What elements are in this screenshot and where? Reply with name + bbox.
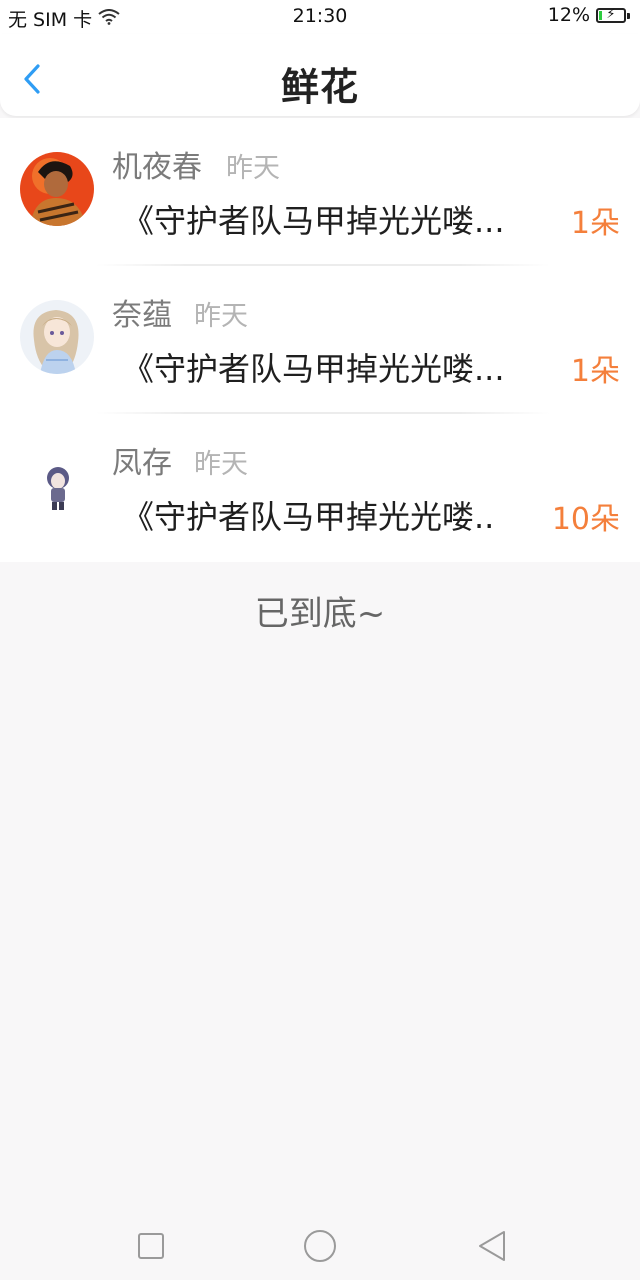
flower-count: 1朵 (570, 206, 620, 241)
user-name: 奈蕴 (112, 298, 172, 333)
header: 鲜花 (0, 34, 640, 116)
battery-percent: 12% (547, 4, 590, 26)
user-name: 机夜春 (112, 150, 202, 185)
status-right: 12% ⚡ (548, 4, 630, 26)
back-icon (479, 1231, 505, 1261)
time-label: 昨天 (194, 449, 248, 480)
back-nav-button[interactable] (472, 1226, 512, 1266)
work-title: 《守护者队马甲掉光光喽... (122, 350, 505, 388)
avatar (20, 300, 94, 374)
avatar (20, 152, 94, 226)
flower-count: 10朵 (551, 502, 620, 537)
end-of-list-label: 已到底~ (254, 594, 386, 634)
clock: 21:30 (292, 5, 348, 27)
avatar (20, 448, 94, 522)
work-title: 《守护者队马甲掉光光喽.. (122, 498, 495, 536)
work-title: 《守护者队马甲掉光光喽... (122, 202, 505, 240)
status-bar: 无 SIM 卡 21:30 12% ⚡ (0, 0, 640, 34)
flower-count: 1朵 (570, 354, 620, 389)
charging-icon: ⚡ (606, 6, 616, 22)
navigation-bar (0, 1210, 640, 1280)
list-item[interactable]: 奈蕴 昨天 《守护者队马甲掉光光喽... 1朵 (0, 266, 640, 414)
time-label: 昨天 (194, 301, 248, 332)
page-title: 鲜花 (280, 65, 359, 109)
recent-apps-icon (138, 1233, 164, 1259)
flowers-page: 无 SIM 卡 21:30 12% ⚡ 鲜花 机夜春 昨天 《守护者队马甲掉光光… (0, 0, 640, 1280)
time-label: 昨天 (226, 153, 280, 184)
user-name: 凤存 (112, 446, 172, 481)
flower-list: 机夜春 昨天 《守护者队马甲掉光光喽... 1朵 奈蕴 昨天 《守护者队马甲掉光… (0, 118, 640, 562)
list-item[interactable]: 凤存 昨天 《守护者队马甲掉光光喽.. 10朵 (0, 414, 640, 562)
home-button[interactable] (300, 1226, 340, 1266)
recent-apps-button[interactable] (131, 1226, 171, 1266)
battery-icon: ⚡ (596, 6, 630, 23)
list-item[interactable]: 机夜春 昨天 《守护者队马甲掉光光喽... 1朵 (0, 118, 640, 266)
home-icon (304, 1230, 336, 1262)
